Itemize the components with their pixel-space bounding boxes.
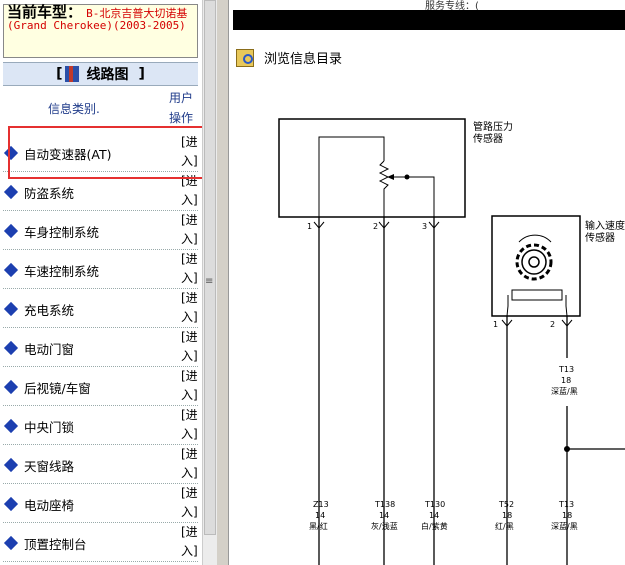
pin-label: 2 bbox=[550, 320, 555, 329]
wiper-arrow bbox=[387, 174, 394, 180]
wire-color: 深蓝/黑 bbox=[551, 521, 578, 531]
list-item[interactable]: 后视镜/车窗 [进入] bbox=[3, 367, 198, 406]
sensor2-name-line1: 输入速度 bbox=[585, 219, 625, 232]
wire-gauge: 14 bbox=[429, 511, 439, 520]
category-label: 中央门锁 bbox=[24, 420, 75, 435]
pressure-sensor-box bbox=[278, 118, 466, 218]
category-label: 防盗系统 bbox=[24, 186, 75, 201]
category-label: 车速控制系统 bbox=[24, 264, 100, 279]
directory-title: 浏览信息目录 bbox=[264, 52, 343, 67]
wire-color: 红/黑 bbox=[495, 521, 514, 531]
left-pane: 当前车型： B-北京吉普大切诺基(Grand Cherokee)(2003-20… bbox=[0, 0, 202, 565]
category-label: 电动座椅 bbox=[24, 498, 75, 513]
list-item[interactable]: 充电系统 [进入] bbox=[3, 289, 198, 328]
wire-code: T52 bbox=[498, 500, 514, 509]
selection-highlight bbox=[8, 126, 210, 179]
wire-gauge: 14 bbox=[379, 511, 389, 520]
list-item[interactable]: 天窗线路 [进入] bbox=[3, 445, 198, 484]
wire-code: T138 bbox=[374, 500, 395, 509]
wire-gauge: 14 bbox=[315, 511, 325, 520]
sensor1-name-line1: 管路压力 bbox=[473, 120, 513, 133]
resistor-symbol bbox=[378, 160, 390, 217]
scroll-grip-icon: ≡ bbox=[205, 276, 214, 287]
wire-gauge: 18 bbox=[502, 511, 512, 520]
category-label: 充电系统 bbox=[24, 303, 75, 318]
column-header: 信息类别. 用户操作 bbox=[3, 88, 198, 126]
diamond-bullet-icon bbox=[3, 496, 19, 512]
scroll-thumb[interactable] bbox=[204, 0, 216, 535]
wire-code: T13 bbox=[558, 500, 574, 509]
wire-code: T13 bbox=[558, 365, 574, 374]
book-icon bbox=[64, 66, 79, 82]
enter-link[interactable]: [进入] bbox=[181, 211, 201, 249]
list-item[interactable]: 中央门锁 [进入] bbox=[3, 406, 198, 445]
diamond-bullet-icon bbox=[3, 301, 19, 317]
wire-color: 白/紫黄 bbox=[421, 521, 448, 531]
section-suffix: ] bbox=[138, 66, 145, 82]
wire-color: 灰/浅蓝 bbox=[371, 521, 398, 531]
diamond-bullet-icon bbox=[3, 184, 19, 200]
enter-link[interactable]: [进入] bbox=[181, 289, 201, 327]
wiper-wire bbox=[394, 176, 435, 217]
section-prefix: [ bbox=[56, 66, 63, 82]
junction-dot bbox=[404, 174, 410, 180]
pin-label: 2 bbox=[373, 222, 378, 231]
category-label: 顶置控制台 bbox=[24, 537, 87, 552]
current-vehicle-panel: 当前车型： B-北京吉普大切诺基(Grand Cherokee)(2003-20… bbox=[3, 4, 198, 58]
diamond-bullet-icon bbox=[3, 418, 19, 434]
wire-gauge: 18 bbox=[562, 511, 572, 520]
right-pane: 服务专线：( 浏览信息目录 管路压力 传感器 1 2 3 输入速度 传感器 1 … bbox=[229, 0, 625, 565]
enter-link[interactable]: [进入] bbox=[181, 523, 201, 561]
enter-link[interactable]: [进入] bbox=[181, 484, 201, 522]
gear-icon bbox=[515, 234, 553, 281]
list-item[interactable]: 车身控制系统 [进入] bbox=[3, 211, 198, 250]
internal-wire-1 bbox=[318, 136, 385, 217]
category-label: 车身控制系统 bbox=[24, 225, 100, 240]
diamond-bullet-icon bbox=[3, 535, 19, 551]
enter-link[interactable]: [进入] bbox=[181, 445, 201, 483]
diamond-bullet-icon bbox=[3, 262, 19, 278]
wire-code: T130 bbox=[424, 500, 445, 509]
list-item[interactable]: 顶置控制台 [进入] bbox=[3, 523, 198, 562]
list-item[interactable]: 车速控制系统 [进入] bbox=[3, 250, 198, 289]
diamond-bullet-icon bbox=[3, 457, 19, 473]
sensor2-name-line2: 传感器 bbox=[585, 231, 615, 244]
column-category: 信息类别. bbox=[48, 102, 100, 116]
section-title: 线路图 bbox=[86, 67, 129, 83]
browse-directory-icon bbox=[236, 48, 254, 67]
category-label: 天窗线路 bbox=[24, 459, 75, 474]
section-header: [ 线路图 ] bbox=[3, 62, 198, 86]
enter-link[interactable]: [进入] bbox=[181, 328, 201, 366]
diamond-bullet-icon bbox=[3, 340, 19, 356]
enter-link[interactable]: [进入] bbox=[181, 250, 201, 288]
enter-link[interactable]: [进入] bbox=[181, 406, 201, 444]
pane-splitter[interactable] bbox=[217, 0, 229, 565]
sensor1-name-line2: 传感器 bbox=[473, 132, 503, 145]
coil-symbol bbox=[511, 289, 563, 301]
pin-label: 3 bbox=[422, 222, 427, 231]
column-action: 用户操作 bbox=[169, 91, 194, 125]
pin-label: 1 bbox=[307, 222, 312, 231]
wire-color: 深蓝/黑 bbox=[551, 386, 578, 396]
category-label: 后视镜/车窗 bbox=[24, 381, 91, 396]
top-black-bar bbox=[233, 10, 625, 30]
list-item[interactable]: 电动门窗 [进入] bbox=[3, 328, 198, 367]
enter-link[interactable]: [进入] bbox=[181, 367, 201, 405]
wiring-diagram: 管路压力 传感器 1 2 3 输入速度 传感器 1 2 T13 18 深蓝/黑 … bbox=[278, 118, 625, 565]
list-item[interactable]: 电动座椅 [进入] bbox=[3, 484, 198, 523]
sensor1-pins: 1 2 3 bbox=[307, 217, 440, 565]
directory-header[interactable]: 浏览信息目录 bbox=[236, 48, 342, 67]
category-label: 电动门窗 bbox=[24, 342, 75, 357]
wire-color: 黑/红 bbox=[309, 521, 328, 531]
wire-gauge: 18 bbox=[561, 376, 571, 385]
pin-label: 1 bbox=[493, 320, 498, 329]
bottom-wire-labels: Z13 14 黑/红 T138 14 灰/浅蓝 T130 14 白/紫黄 T52… bbox=[309, 500, 578, 531]
diamond-bullet-icon bbox=[3, 379, 19, 395]
diamond-bullet-icon bbox=[3, 223, 19, 239]
wire-code: Z13 bbox=[313, 500, 329, 509]
